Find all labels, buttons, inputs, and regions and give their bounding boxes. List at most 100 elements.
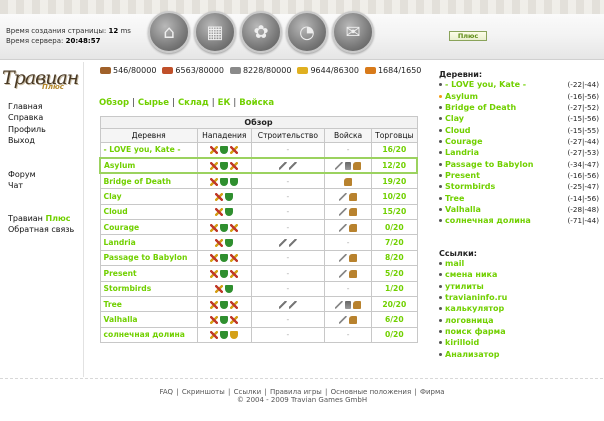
- village-link[interactable]: - LOVE you, Kate -: [99, 141, 198, 159]
- link-item[interactable]: kirilloid: [439, 337, 589, 348]
- defense-icon[interactable]: [220, 269, 229, 278]
- sword-icon[interactable]: [339, 315, 348, 324]
- horse-icon[interactable]: [349, 315, 358, 324]
- link-item[interactable]: смена ника: [439, 269, 589, 280]
- attack-icon[interactable]: [215, 192, 224, 201]
- village-link[interactable]: Stormbirds: [99, 280, 198, 297]
- village-link[interactable]: Landria: [99, 234, 198, 251]
- village-list-name[interactable]: Stormbirds: [439, 182, 495, 191]
- link-item[interactable]: travianinfo.ru: [439, 292, 589, 303]
- village-list-name[interactable]: Present: [439, 171, 480, 180]
- horse-icon[interactable]: [349, 192, 358, 201]
- traders-cell[interactable]: 10/20: [371, 188, 418, 205]
- defense-icon[interactable]: [225, 192, 234, 201]
- village-center-icon[interactable]: ▦: [194, 11, 236, 53]
- attack-icon[interactable]: [210, 269, 219, 278]
- travian-logo[interactable]: Травиан Плюс: [2, 64, 79, 96]
- defense-icon[interactable]: [220, 331, 229, 340]
- horse-icon[interactable]: [349, 254, 358, 263]
- menu-chat-link[interactable]: Чат: [8, 180, 36, 191]
- traders-cell[interactable]: 16/20: [371, 141, 418, 159]
- village-list-item[interactable]: Passage to Babylon (-34|-47): [439, 158, 599, 169]
- village-link[interactable]: Courage: [99, 218, 198, 236]
- footer-link-faq[interactable]: FAQ: [159, 388, 173, 396]
- defense-icon[interactable]: [225, 285, 234, 294]
- attack-icon[interactable]: [215, 239, 224, 248]
- village-list-name[interactable]: - LOVE you, Kate -: [439, 80, 526, 89]
- sword-icon[interactable]: [335, 162, 344, 171]
- village-list-item[interactable]: Clay (-15|-56): [439, 113, 599, 124]
- attack-icon[interactable]: [210, 315, 219, 324]
- village-list-name[interactable]: Clay: [439, 114, 464, 123]
- attack-icon[interactable]: [210, 223, 219, 232]
- attack-icon[interactable]: [215, 285, 224, 294]
- attack-icon[interactable]: [210, 177, 219, 186]
- tab-resources[interactable]: Сырье: [138, 98, 169, 108]
- gold-shield-icon[interactable]: [230, 331, 239, 340]
- defense-icon[interactable]: [225, 239, 234, 248]
- traders-cell[interactable]: 1/20: [371, 280, 418, 297]
- attack-icon[interactable]: [230, 146, 239, 155]
- horse-icon[interactable]: [344, 177, 353, 186]
- link-item[interactable]: Анализатор: [439, 348, 589, 359]
- attack-icon[interactable]: [210, 331, 219, 340]
- tab-troops[interactable]: Войска: [239, 98, 274, 108]
- village-list-name[interactable]: Valhalla: [439, 205, 481, 214]
- horse-icon[interactable]: [349, 223, 358, 232]
- boot-icon[interactable]: [345, 300, 352, 309]
- plus-button[interactable]: Плюс: [449, 31, 487, 41]
- link-item[interactable]: калькулятор: [439, 303, 589, 314]
- defense-icon[interactable]: [220, 177, 229, 186]
- attack-icon[interactable]: [210, 254, 219, 263]
- menu-feedback-link[interactable]: Обратная связь: [8, 224, 74, 235]
- footer-link-links[interactable]: Ссылки: [234, 388, 262, 396]
- village-overview-icon[interactable]: ⌂: [148, 11, 190, 53]
- footer-link-rules[interactable]: Правила игры: [270, 388, 322, 396]
- traders-cell[interactable]: 7/20: [371, 234, 418, 251]
- boot-icon[interactable]: [345, 162, 352, 171]
- village-list-item[interactable]: Present (-16|-56): [439, 170, 599, 181]
- footer-link-company[interactable]: Фирма: [420, 388, 445, 396]
- map-icon[interactable]: ✿: [240, 11, 282, 53]
- menu-logout-link[interactable]: Выход: [8, 135, 46, 146]
- tab-culture-points[interactable]: ЕК: [218, 98, 231, 108]
- village-list-item[interactable]: солнечная долина (-71|-44): [439, 215, 599, 226]
- defense-icon[interactable]: [220, 162, 229, 171]
- defense-icon[interactable]: [220, 315, 229, 324]
- defense-icon[interactable]: [220, 146, 229, 155]
- village-list-item[interactable]: Bridge of Death (-27|-52): [439, 102, 599, 113]
- sword-icon[interactable]: [339, 192, 348, 201]
- hammer-icon[interactable]: [278, 239, 287, 248]
- attack-icon[interactable]: [230, 223, 239, 232]
- hammer-icon[interactable]: [278, 162, 287, 171]
- sword-icon[interactable]: [339, 254, 348, 263]
- footer-link-screenshots[interactable]: Скриншоты: [182, 388, 225, 396]
- horse-icon[interactable]: [349, 208, 358, 217]
- statistics-icon[interactable]: ◔: [286, 11, 328, 53]
- menu-travian-plus-link[interactable]: Травиан Плюс: [8, 213, 74, 224]
- attack-icon[interactable]: [230, 315, 239, 324]
- traders-cell[interactable]: 19/20: [371, 172, 418, 190]
- attack-icon[interactable]: [210, 300, 219, 309]
- village-link[interactable]: Passage to Babylon: [99, 249, 198, 267]
- defense-icon[interactable]: [225, 208, 234, 217]
- village-list-item[interactable]: Stormbirds (-25|-47): [439, 181, 599, 192]
- village-link[interactable]: Present: [99, 265, 198, 282]
- menu-home-link[interactable]: Главная: [8, 101, 46, 112]
- link-item[interactable]: mail: [439, 258, 589, 269]
- sword-icon[interactable]: [339, 269, 348, 278]
- village-list-item[interactable]: Valhalla (-28|-48): [439, 204, 599, 215]
- village-link[interactable]: Bridge of Death: [99, 172, 198, 190]
- village-list-name[interactable]: Landria: [439, 148, 479, 157]
- village-link[interactable]: Valhalla: [99, 311, 198, 328]
- hammer-icon[interactable]: [288, 300, 297, 309]
- reports-icon[interactable]: ✉: [332, 11, 374, 53]
- sword-icon[interactable]: [339, 208, 348, 217]
- menu-profile-link[interactable]: Профиль: [8, 124, 46, 135]
- traders-cell[interactable]: 5/20: [371, 265, 418, 282]
- horse-icon[interactable]: [353, 162, 362, 171]
- defense-icon[interactable]: [220, 223, 229, 232]
- hammer-icon[interactable]: [288, 162, 297, 171]
- attack-icon[interactable]: [210, 146, 219, 155]
- attack-icon[interactable]: [230, 300, 239, 309]
